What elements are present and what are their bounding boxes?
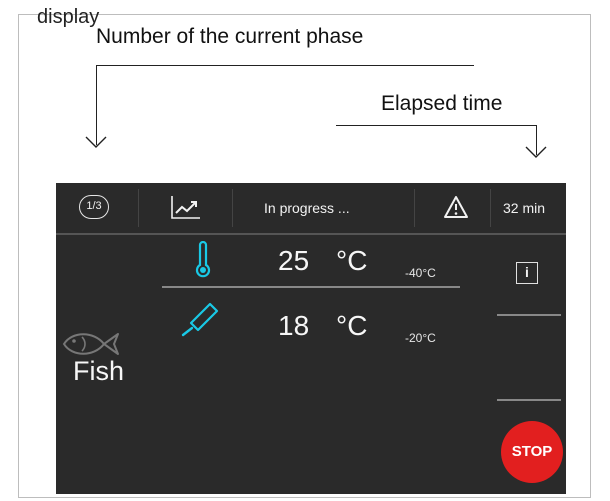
side-divider bbox=[497, 314, 561, 316]
core-temperature-value: 18 bbox=[278, 310, 310, 341]
readings-divider bbox=[162, 286, 460, 288]
thermometer-icon bbox=[195, 241, 211, 278]
annotation-phase-leader-vertical bbox=[96, 65, 97, 145]
topbar-divider bbox=[490, 189, 491, 227]
device-screen: 1/3 In progress ... 32 min 25 °C -40°C 1… bbox=[56, 183, 566, 494]
elapsed-time: 32 min bbox=[503, 200, 546, 216]
chamber-temperature-unit: °C bbox=[336, 245, 368, 276]
topbar-divider bbox=[414, 189, 415, 227]
topbar-divider bbox=[232, 189, 233, 227]
status-text: In progress ... bbox=[264, 200, 350, 216]
core-temperature-unit: °C bbox=[336, 310, 368, 341]
info-button[interactable]: i bbox=[516, 262, 538, 284]
stop-button[interactable]: STOP bbox=[501, 421, 563, 483]
partial-caption: display bbox=[37, 6, 100, 28]
annotation-time-leader-horizontal bbox=[336, 125, 536, 126]
topbar-separator bbox=[56, 233, 566, 235]
annotation-elapsed-time: Elapsed time bbox=[381, 92, 503, 115]
topbar-divider bbox=[138, 189, 139, 227]
annotation-time-arrow-icon bbox=[525, 146, 547, 158]
side-divider bbox=[497, 399, 561, 401]
top-bar: 1/3 In progress ... 32 min bbox=[56, 183, 566, 233]
chamber-temperature-target: -40°C bbox=[405, 266, 436, 280]
core-probe-icon bbox=[181, 302, 219, 337]
product-name: Fish bbox=[73, 356, 125, 386]
phase-badge[interactable]: 1/3 bbox=[79, 195, 109, 219]
annotation-current-phase: Number of the current phase bbox=[96, 25, 364, 48]
warning-triangle-icon[interactable] bbox=[443, 195, 469, 219]
trend-chart-icon[interactable] bbox=[168, 193, 204, 223]
core-temperature-target: -20°C bbox=[405, 331, 436, 345]
chamber-temperature-value: 25 bbox=[278, 245, 310, 276]
annotation-phase-arrow-icon bbox=[85, 136, 107, 148]
annotation-phase-leader-horizontal bbox=[96, 65, 474, 66]
